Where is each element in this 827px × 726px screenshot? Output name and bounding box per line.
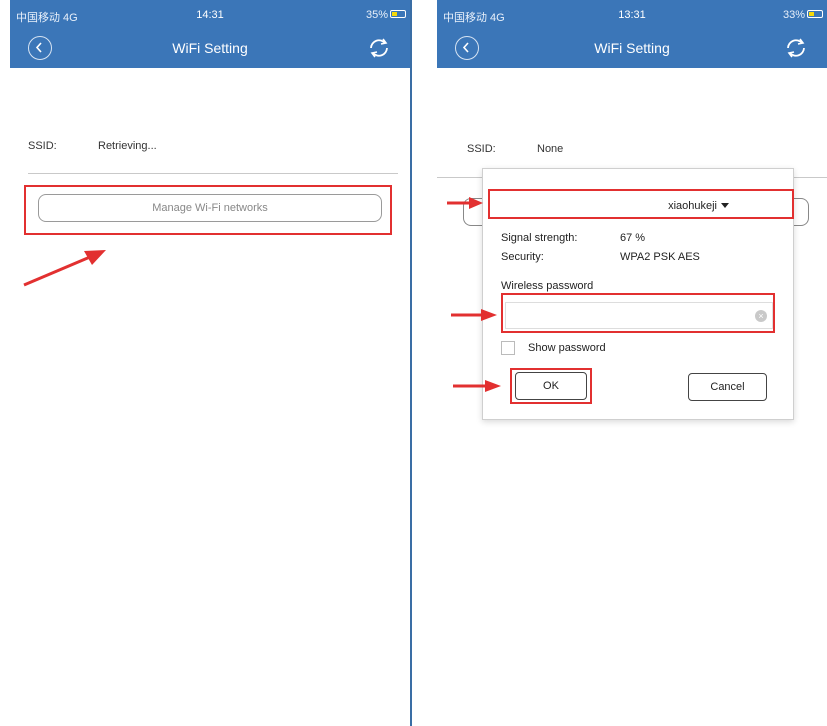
highlight-box — [510, 368, 592, 404]
refresh-icon[interactable] — [366, 35, 392, 61]
phone-screen-right: 中国移动 4G 13:31 33% WiFi Setting SSID: Non… — [437, 0, 827, 726]
wifi-connect-dialog: xiaohukeji Signal strength: 67 % Securit… — [482, 168, 794, 420]
ssid-value: Retrieving... — [98, 140, 157, 152]
refresh-icon[interactable] — [783, 35, 809, 61]
signal-strength-label: Signal strength: — [501, 232, 578, 244]
cancel-button[interactable]: Cancel — [688, 373, 767, 401]
security-label: Security: — [501, 251, 544, 263]
status-time: 14:31 — [196, 9, 224, 21]
security-value: WPA2 PSK AES — [620, 251, 700, 263]
battery-icon — [807, 10, 823, 18]
nav-bar: WiFi Setting — [437, 28, 827, 68]
signal-strength-value: 67 % — [620, 232, 646, 244]
red-arrow-icon — [451, 309, 497, 321]
status-time: 13:31 — [618, 9, 646, 21]
highlight-box — [501, 293, 775, 333]
red-arrow-icon — [23, 250, 106, 287]
password-label: Wireless password — [501, 280, 594, 292]
highlight-box — [24, 185, 392, 235]
highlight-box — [488, 189, 794, 219]
nav-bar: WiFi Setting — [10, 28, 410, 68]
status-bar: 中国移动 4G 14:31 35% — [10, 0, 410, 28]
show-password-label: Show password — [528, 342, 606, 354]
phone-screen-left: 中国移动 4G 14:31 35% WiFi Setting SSID: Ret… — [10, 0, 410, 726]
page-title: WiFi Setting — [172, 40, 248, 56]
phone-divider — [410, 0, 412, 726]
ssid-label: SSID: — [467, 143, 496, 155]
show-password-checkbox[interactable] — [501, 341, 515, 355]
ssid-label: SSID: — [28, 140, 57, 152]
divider — [28, 173, 398, 174]
ssid-value: None — [537, 143, 564, 155]
red-arrow-icon — [447, 197, 483, 209]
page-title: WiFi Setting — [594, 40, 670, 56]
status-bar: 中国移动 4G 13:31 33% — [437, 0, 827, 28]
red-arrow-icon — [453, 380, 501, 392]
battery-icon — [390, 10, 406, 18]
battery-percent: 35% — [365, 9, 388, 21]
battery-percent: 33% — [782, 9, 805, 21]
